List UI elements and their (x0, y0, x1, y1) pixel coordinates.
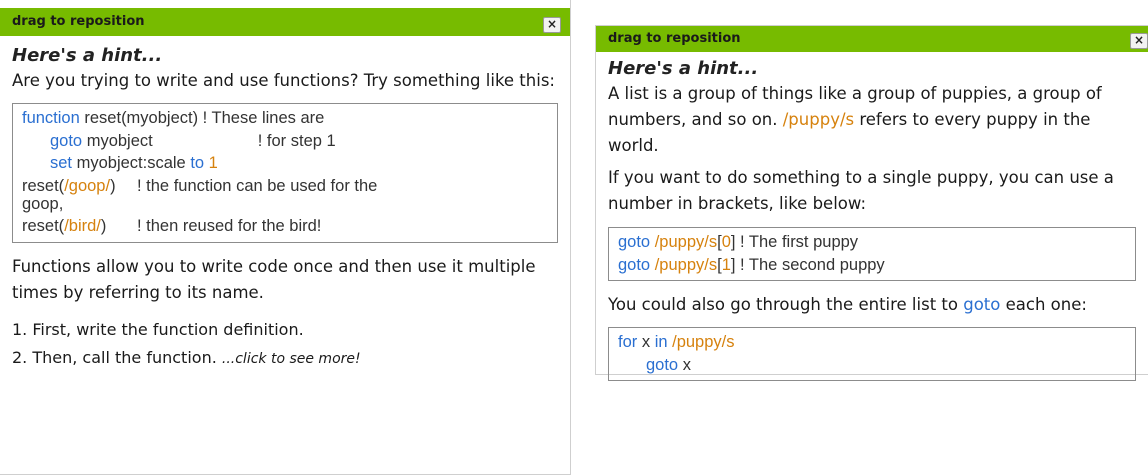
code-comment: goop, (22, 195, 64, 213)
hint-explanation: Functions allow you to write code once a… (12, 256, 536, 302)
hint-content: Here's a hint... A list is a group of th… (596, 58, 1148, 381)
see-more-link[interactable]: ...click to see more! (222, 351, 361, 367)
list-item: 2. Then, call the function. ...click to … (12, 344, 558, 373)
hint-panel-functions: drag to reposition × Here's a hint... Ar… (0, 0, 571, 475)
code-example: for x in /puppy/s goto x (608, 327, 1136, 381)
drag-label: drag to reposition (608, 31, 741, 46)
code-text: myobject (82, 131, 153, 150)
drag-handle[interactable]: drag to reposition × (596, 26, 1148, 52)
code-comment: ! for step 1 (257, 131, 336, 150)
code-number: 1 (721, 255, 731, 274)
close-icon: × (546, 17, 558, 31)
hint-paragraph: You could also go through the entire lis… (608, 292, 1136, 318)
code-line: goop, (22, 195, 548, 213)
hint-panel-lists: drag to reposition × Here's a hint... A … (595, 25, 1148, 381)
hint-title: Here's a hint... (608, 58, 759, 79)
code-text: x (678, 355, 691, 374)
code-line: goto /puppy/s[0] ! The first puppy (618, 231, 1126, 254)
steps-list: 1. First, write the function definition.… (12, 316, 558, 373)
code-keyword: in (654, 333, 668, 351)
code-comment: ! the function can be used for the (137, 176, 378, 195)
step-text: 1. First, write the function definition. (12, 319, 304, 339)
code-keyword: function (22, 109, 80, 127)
code-text: ) (110, 176, 116, 195)
code-example: function reset(myobject) ! These lines a… (12, 103, 558, 243)
hint-paragraph: If you want to do something to a single … (608, 168, 1114, 213)
code-line: goto myobject ! for step 1 (22, 130, 548, 153)
code-line: goto x (618, 354, 1126, 377)
code-keyword: goto (963, 295, 1001, 314)
code-text: reset(myobject) (79, 109, 199, 127)
code-keyword: to (190, 154, 205, 172)
code-line: goto /puppy/s[1] ! The second puppy (618, 254, 1126, 277)
code-path: /puppy/s (650, 255, 718, 274)
list-item: 1. First, write the function definition. (12, 316, 558, 344)
close-button[interactable]: × (1130, 33, 1148, 49)
code-line: reset(/goop/) ! the function can be used … (22, 175, 548, 198)
hint-content: Here's a hint... Are you trying to write… (0, 45, 570, 373)
code-comment: ! then reused for the bird! (137, 217, 322, 235)
step-text: 2. Then, call the function. (12, 347, 222, 367)
code-comment: ! These lines are (198, 109, 325, 127)
code-text: ) (100, 217, 107, 235)
text: You could also go through the entire lis… (608, 295, 964, 314)
code-path: /goop/ (64, 176, 111, 195)
code-text: myobject:scale (72, 154, 191, 172)
code-keyword: goto (646, 355, 679, 374)
code-path: /bird/ (64, 217, 101, 235)
code-path: /puppy/s (667, 333, 735, 351)
code-comment: ! The first puppy (735, 233, 859, 251)
code-text: x (637, 333, 655, 351)
code-keyword: goto (618, 233, 651, 251)
code-keyword: goto (618, 255, 651, 274)
code-number: 0 (721, 233, 731, 251)
code-keyword: for (618, 333, 638, 351)
code-example: goto /puppy/s[0] ! The first puppy goto … (608, 227, 1136, 281)
code-line: function reset(myobject) ! These lines a… (22, 107, 548, 130)
close-icon: × (1133, 33, 1145, 47)
hint-intro: Are you trying to write and use function… (12, 71, 555, 90)
close-button[interactable]: × (543, 17, 561, 33)
hint-title: Here's a hint... (12, 45, 163, 66)
code-text: reset( (22, 176, 65, 195)
code-line: set myobject:scale to 1 (22, 152, 548, 175)
code-keyword: set (50, 154, 73, 172)
code-keyword: goto (50, 131, 83, 150)
code-line: reset(/bird/) ! then reused for the bird! (22, 215, 548, 238)
text: each one: (1000, 295, 1087, 314)
drag-label: drag to reposition (12, 14, 145, 29)
hint-paragraph: A list is a group of things like a group… (608, 81, 1136, 159)
code-comment: ! The second puppy (735, 255, 885, 274)
code-path: /puppy/s (782, 110, 855, 129)
code-path: /puppy/s (650, 233, 718, 251)
code-number: 1 (208, 154, 218, 172)
code-text: reset( (22, 217, 65, 235)
drag-handle[interactable]: drag to reposition × (0, 8, 570, 36)
code-line: for x in /puppy/s (618, 331, 1126, 354)
